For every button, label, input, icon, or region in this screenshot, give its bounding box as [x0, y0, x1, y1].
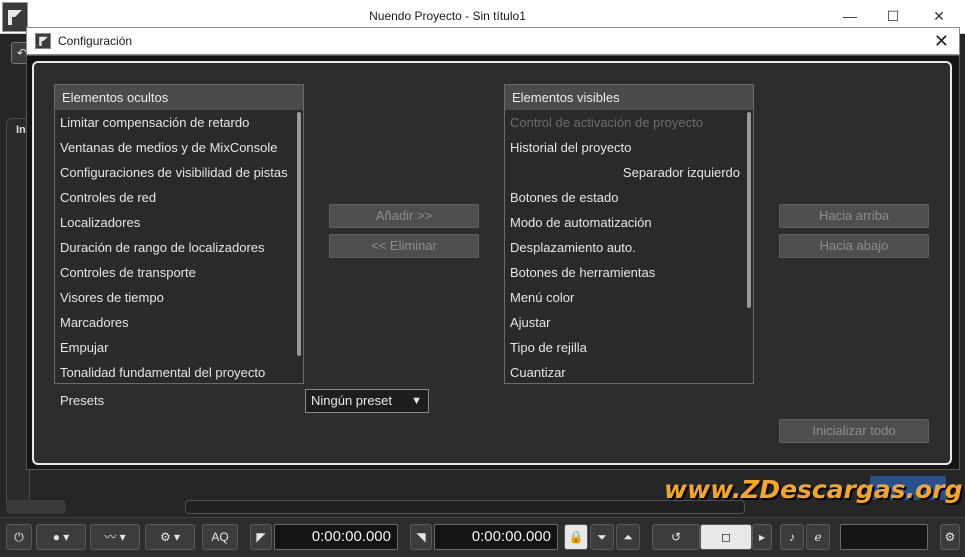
list-item[interactable]: Marcadores	[55, 310, 303, 335]
list-item[interactable]: Localizadores	[55, 210, 303, 235]
list-item[interactable]: Historial del proyecto	[505, 135, 753, 160]
hidden-elements-header: Elementos ocultos	[55, 85, 303, 110]
watermark: www.ZDescargas.org	[664, 475, 963, 504]
punch-out-icon[interactable]: ⏶	[616, 524, 640, 550]
list-item[interactable]: Empujar	[55, 335, 303, 360]
left-locator-field[interactable]: 0:00:00.000	[274, 524, 398, 550]
list-item[interactable]: Cuantizar	[505, 360, 753, 383]
dialog-titlebar: Configuración ✕	[26, 27, 960, 55]
move-down-button[interactable]: Hacia abajo	[779, 234, 929, 258]
right-locator-icon[interactable]: ◥	[410, 524, 432, 550]
status-strip-left	[6, 500, 66, 514]
list-item[interactable]: Controles de transporte	[55, 260, 303, 285]
dropdown-arrow-icon: ▼	[411, 395, 422, 407]
click-icon[interactable]: ♪	[780, 524, 804, 550]
gear-icon[interactable]: ⚙	[940, 524, 960, 550]
stop-icon[interactable]: ◻	[700, 524, 752, 550]
record-mode-dropdown[interactable]: ● ▾	[36, 524, 86, 550]
hidden-elements-list[interactable]: Elementos ocultos Limitar compensación d…	[54, 84, 304, 384]
list-item[interactable]: Limitar compensación de retardo	[55, 110, 303, 135]
tempo-icon[interactable]: ℯ	[806, 524, 830, 550]
aq-button[interactable]: AQ	[202, 524, 238, 550]
list-item[interactable]: Menú color	[505, 285, 753, 310]
dialog-close-button[interactable]: ✕	[934, 30, 949, 52]
transport-bar: ⏻ ● ▾ 〰 ▾ ⚙ ▾ AQ ◤ 0:00:00.000 ◥ 0:00:00…	[0, 517, 965, 557]
play-icon[interactable]: ▸	[752, 524, 772, 550]
activate-project-icon[interactable]: ⏻	[6, 524, 32, 550]
cycle-icon[interactable]: ↺	[652, 524, 700, 550]
presets-dropdown[interactable]: Ningún preset ▼	[305, 389, 429, 413]
list-item[interactable]: Controles de red	[55, 185, 303, 210]
app-title: Nuendo Proyecto - Sin título1	[369, 9, 526, 23]
tempo-field[interactable]	[840, 524, 928, 550]
metronome-dropdown[interactable]: ⚙ ▾	[145, 524, 195, 550]
list-item[interactable]: Visores de tiempo	[55, 285, 303, 310]
hidden-list-scrollbar[interactable]	[297, 112, 301, 356]
list-item[interactable]: Ajustar	[505, 310, 753, 335]
list-item[interactable]: Ventanas de medios y de MixConsole	[55, 135, 303, 160]
status-strip-middle	[185, 500, 745, 514]
presets-selected-value: Ningún preset	[311, 393, 392, 408]
list-item[interactable]: Configuraciones de visibilidad de pistas	[55, 160, 303, 185]
maximize-button[interactable]: ☐	[878, 5, 908, 27]
list-item[interactable]: Tonalidad fundamental del proyecto	[55, 360, 303, 383]
presets-label: Presets	[60, 393, 105, 408]
waveform-dropdown[interactable]: 〰 ▾	[90, 524, 140, 550]
nuendo-logo-icon	[35, 33, 51, 49]
lock-icon[interactable]: 🔒	[564, 524, 588, 550]
minimize-button[interactable]: —	[835, 5, 865, 27]
list-item[interactable]: Separador izquierdo	[505, 160, 753, 185]
list-item[interactable]: Tipo de rejilla	[505, 335, 753, 360]
visible-list-scrollbar[interactable]	[747, 112, 751, 308]
dialog-title: Configuración	[58, 34, 133, 48]
list-item[interactable]: Duración de rango de localizadores	[55, 235, 303, 260]
left-locator-icon[interactable]: ◤	[250, 524, 272, 550]
add-button[interactable]: Añadir >>	[329, 204, 479, 228]
reset-all-button[interactable]: Inicializar todo	[779, 419, 929, 443]
move-up-button[interactable]: Hacia arriba	[779, 204, 929, 228]
list-item[interactable]: Desplazamiento auto.	[505, 235, 753, 260]
remove-button[interactable]: << Eliminar	[329, 234, 479, 258]
list-item[interactable]: Control de activación de proyecto	[505, 110, 753, 135]
right-locator-field[interactable]: 0:00:00.000	[434, 524, 558, 550]
inspector-tab-label: In	[16, 124, 26, 136]
list-item[interactable]: Botones de estado	[505, 185, 753, 210]
list-item[interactable]: Modo de automatización	[505, 210, 753, 235]
list-item[interactable]: Botones de herramientas	[505, 260, 753, 285]
punch-in-icon[interactable]: ⏷	[590, 524, 614, 550]
visible-elements-list[interactable]: Elementos visibles Control de activación…	[504, 84, 754, 384]
app-close-button[interactable]: ✕	[924, 5, 954, 27]
visible-elements-header: Elementos visibles	[505, 85, 753, 110]
